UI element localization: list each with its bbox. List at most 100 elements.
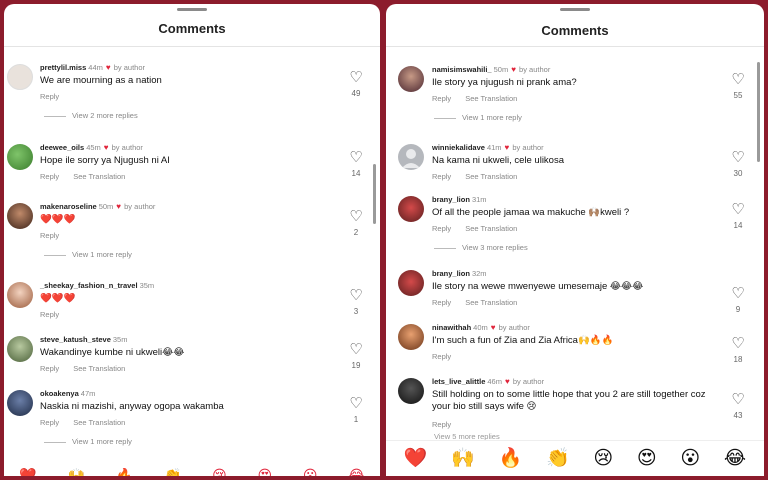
heart-outline-icon[interactable]: ♡: [728, 202, 748, 217]
scrollbar[interactable]: [757, 62, 760, 162]
avatar[interactable]: [7, 336, 33, 362]
username[interactable]: brany_lion: [432, 269, 470, 278]
username[interactable]: _sheekay_fashion_n_travel: [40, 281, 138, 290]
see-translation-button[interactable]: See Translation: [73, 172, 125, 181]
username[interactable]: okoakenya: [40, 389, 79, 398]
drag-handle[interactable]: [177, 8, 207, 11]
username[interactable]: prettylil.miss: [40, 63, 86, 72]
reply-button[interactable]: Reply: [432, 172, 451, 181]
heart-outline-icon[interactable]: ♡: [346, 342, 366, 357]
avatar[interactable]: [398, 66, 424, 92]
like-button[interactable]: ♡ 3: [346, 288, 366, 316]
emoji-fire[interactable]: 🔥: [499, 449, 523, 468]
reply-button[interactable]: Reply: [40, 310, 59, 319]
like-button[interactable]: ♡ 1: [346, 396, 366, 424]
see-translation-button[interactable]: See Translation: [465, 172, 517, 181]
username[interactable]: namisimswahili_: [432, 65, 492, 74]
like-button[interactable]: ♡ 9: [728, 286, 748, 314]
username[interactable]: steve_katush_steve: [40, 335, 111, 344]
avatar[interactable]: [398, 144, 424, 170]
emoji-cry[interactable]: 😢: [212, 468, 227, 476]
reply-button[interactable]: Reply: [432, 352, 451, 361]
see-translation-button[interactable]: See Translation: [465, 224, 517, 233]
username[interactable]: ninawithah: [432, 323, 471, 332]
heart-outline-icon[interactable]: ♡: [728, 150, 748, 165]
heart-outline-icon[interactable]: ♡: [728, 336, 748, 351]
heart-outline-icon[interactable]: ♡: [346, 288, 366, 303]
emoji-laugh[interactable]: 😂: [724, 449, 746, 468]
comment-item: steve_katush_steve 35m Wakandinye kumbe n…: [4, 334, 380, 394]
emoji-laugh[interactable]: 😂: [348, 468, 364, 476]
emoji-raised-hands[interactable]: 🙌: [451, 449, 475, 468]
reply-button[interactable]: Reply: [432, 224, 451, 233]
like-button[interactable]: ♡ 30: [728, 150, 748, 178]
emoji-heart-eyes[interactable]: 😍: [637, 449, 657, 468]
emoji-wow[interactable]: 😮: [680, 449, 700, 468]
username[interactable]: makenaroseline: [40, 202, 97, 211]
see-translation-button[interactable]: See Translation: [465, 94, 517, 103]
avatar[interactable]: [398, 324, 424, 350]
avatar[interactable]: [7, 144, 33, 170]
emoji-heart-eyes[interactable]: 😍: [257, 468, 272, 476]
see-translation-button[interactable]: See Translation: [73, 418, 125, 427]
like-button[interactable]: ♡ 2: [346, 209, 366, 237]
timestamp: 44m: [88, 63, 103, 72]
view-replies-button[interactable]: View 1 more reply: [44, 437, 132, 446]
like-count: 2: [353, 228, 359, 237]
view-replies-button[interactable]: View 5 more replies: [434, 432, 500, 440]
like-button[interactable]: ♡ 14: [728, 202, 748, 230]
reply-button[interactable]: Reply: [432, 94, 451, 103]
avatar[interactable]: [7, 282, 33, 308]
heart-outline-icon[interactable]: ♡: [346, 70, 366, 85]
like-button[interactable]: ♡ 19: [346, 342, 366, 370]
heart-outline-icon[interactable]: ♡: [346, 150, 366, 165]
avatar[interactable]: [398, 196, 424, 222]
emoji-heart[interactable]: ❤️: [19, 468, 36, 476]
reply-button[interactable]: Reply: [432, 420, 451, 429]
avatar[interactable]: [398, 270, 424, 296]
view-replies-button[interactable]: View 1 more reply: [44, 250, 132, 259]
comment-item: lets_live_alittle 46m ♥ by author Still ho…: [386, 376, 764, 440]
avatar[interactable]: [7, 64, 33, 90]
username[interactable]: deewee_oils: [40, 143, 84, 152]
like-button[interactable]: ♡ 49: [346, 70, 366, 98]
timestamp: 31m: [471, 195, 487, 204]
like-button[interactable]: ♡ 18: [728, 336, 748, 364]
by-author-label: by author: [519, 65, 551, 74]
view-replies-button[interactable]: View 3 more replies: [434, 243, 528, 252]
username[interactable]: lets_live_alittle: [432, 377, 485, 386]
like-button[interactable]: ♡ 14: [346, 150, 366, 178]
see-translation-button[interactable]: See Translation: [73, 364, 125, 373]
heart-outline-icon[interactable]: ♡: [728, 392, 748, 407]
reply-button[interactable]: Reply: [40, 92, 59, 101]
emoji-clap[interactable]: 👏: [164, 468, 181, 476]
avatar[interactable]: [7, 390, 33, 416]
reply-button[interactable]: Reply: [432, 298, 451, 307]
timestamp: 35m: [112, 335, 128, 344]
emoji-heart[interactable]: ❤️: [404, 449, 428, 468]
avatar[interactable]: [398, 378, 424, 404]
view-replies-button[interactable]: View 2 more replies: [44, 111, 138, 120]
avatar[interactable]: [7, 203, 33, 229]
like-button[interactable]: ♡ 55: [728, 72, 748, 100]
reply-button[interactable]: Reply: [40, 418, 59, 427]
emoji-wow[interactable]: 😮: [303, 468, 318, 476]
username[interactable]: winniekalidave: [432, 143, 485, 152]
reply-button[interactable]: Reply: [40, 231, 59, 240]
username[interactable]: brany_lion: [432, 195, 470, 204]
reply-button[interactable]: Reply: [40, 364, 59, 373]
heart-outline-icon[interactable]: ♡: [728, 286, 748, 301]
heart-outline-icon[interactable]: ♡: [346, 396, 366, 411]
emoji-clap[interactable]: 👏: [546, 449, 570, 468]
like-button[interactable]: ♡ 43: [728, 392, 748, 420]
view-replies-button[interactable]: View 1 more reply: [434, 113, 522, 122]
see-translation-button[interactable]: See Translation: [465, 298, 517, 307]
drag-handle[interactable]: [560, 8, 590, 11]
heart-outline-icon[interactable]: ♡: [346, 209, 366, 224]
emoji-fire[interactable]: 🔥: [116, 468, 133, 476]
emoji-raised-hands[interactable]: 🙌: [68, 468, 85, 476]
emoji-cry[interactable]: 😢: [593, 449, 613, 468]
heart-outline-icon[interactable]: ♡: [728, 72, 748, 87]
scrollbar[interactable]: [373, 164, 376, 224]
reply-button[interactable]: Reply: [40, 172, 59, 181]
